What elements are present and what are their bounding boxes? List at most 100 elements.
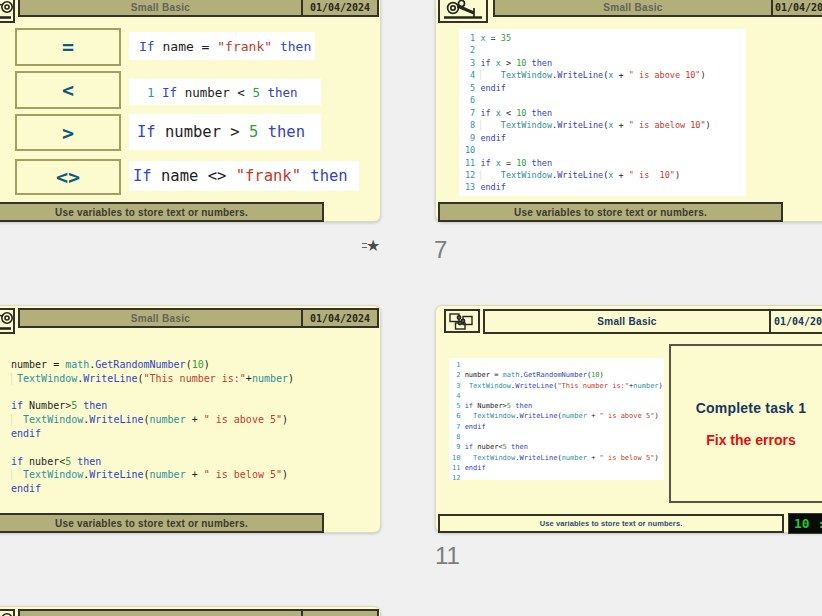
code-token: if xyxy=(480,58,490,68)
code-token: 8 xyxy=(452,433,460,441)
slide-title xyxy=(20,611,301,616)
code-token: number xyxy=(150,414,186,425)
code-example-label: If number > 5 then xyxy=(129,114,321,150)
code-token: 4 xyxy=(465,70,475,80)
slide-date: 01/04/2024 xyxy=(301,0,377,15)
code-token: WriteLine xyxy=(89,469,143,480)
code-token: ) xyxy=(282,414,288,425)
code-line: 3▏ TextWindow.WriteLine("This number is:… xyxy=(452,381,664,391)
slide-number-11: 11 xyxy=(435,542,460,570)
code-example-label: 1 If number < 5 then xyxy=(129,79,321,105)
code-token: number xyxy=(562,454,587,462)
slide-date: 01/04/2024 xyxy=(301,310,377,326)
slide-thumbnail-6[interactable]: Small Basic 01/04/2024 Use variables to … xyxy=(0,0,381,222)
code-token xyxy=(465,412,473,420)
code-line: 1 xyxy=(452,360,664,370)
code-token: + xyxy=(613,70,628,80)
code-region: number = math.GetRandomNumber(10)▏TextWi… xyxy=(11,358,294,496)
code-line: endif xyxy=(11,427,294,441)
code-token: number xyxy=(562,412,587,420)
code-token: ) xyxy=(654,412,658,420)
slide-footer: Use variables to store text or numbers. xyxy=(0,513,324,533)
code-line: 13 endif xyxy=(465,181,746,193)
code-line: 5 endif xyxy=(465,82,746,94)
task-heading: Complete task 1 xyxy=(696,400,806,416)
slide-thumbnail-7[interactable]: Small Basic 01/04/2024 1 x = 35 2 3 if x… xyxy=(435,0,822,222)
code-line: 9 if nuber<5 then xyxy=(452,442,664,452)
code-token: math xyxy=(503,371,520,379)
code-token: WriteLine xyxy=(557,70,603,80)
code-token: " is above 5" xyxy=(204,414,282,425)
code-line: 11 if x = 10 then xyxy=(465,157,746,169)
code-line: 2 number = math.GetRandomNumber(10) xyxy=(452,370,664,380)
task-panel: Complete task 1 Fix the errors xyxy=(669,344,822,503)
code-line: 3 if x > 10 then xyxy=(465,57,746,69)
code-line: number = math.GetRandomNumber(10) xyxy=(11,358,294,372)
slide-footer: Use variables to store text or numbers. xyxy=(438,514,784,533)
operator-box: < xyxy=(15,71,121,109)
code-token: ) xyxy=(701,70,706,80)
code-token: then xyxy=(83,400,107,411)
slide-thumbnail-10[interactable]: Small Basic 01/04/2024 number = math.Get… xyxy=(0,305,381,533)
operator-box: = xyxy=(15,28,121,66)
code-token: "This number is:" xyxy=(144,373,246,384)
code-line: ▏ TextWindow.WriteLine(number + " is bel… xyxy=(11,468,294,482)
code-token: 10 xyxy=(192,359,204,370)
code-line: 10▏ TextWindow.WriteLine(number + " is b… xyxy=(452,453,664,463)
code-token: endif xyxy=(480,133,506,143)
code-token: " is 10" xyxy=(629,170,675,180)
microscope-icon xyxy=(0,0,15,23)
code-token: ) xyxy=(659,382,663,390)
code-token: TextWindow xyxy=(17,373,77,384)
code-line: ▏ TextWindow.WriteLine(number + " is abo… xyxy=(11,413,294,427)
code-line: if Number>5 then xyxy=(11,399,294,413)
slide-title: Small Basic xyxy=(485,311,769,332)
slide-thumbnail-11[interactable]: Small Basic 01/04/2024 1 2 number = math… xyxy=(435,305,822,533)
code-token: 2 xyxy=(465,45,475,55)
code-token: 11 xyxy=(465,158,475,168)
microscope-icon xyxy=(0,308,15,334)
code-token: endif xyxy=(465,423,486,431)
code-token: TextWindow xyxy=(473,412,515,420)
code-token: " is below 5" xyxy=(204,469,282,480)
code-token: WriteLine xyxy=(557,170,603,180)
code-token: If xyxy=(139,39,155,54)
operator-box: > xyxy=(15,114,121,151)
code-token: + xyxy=(613,120,628,130)
code-token: 10 xyxy=(465,145,475,155)
code-token: + xyxy=(186,414,204,425)
code-token: nuber< xyxy=(473,443,503,451)
code-token: 6 xyxy=(465,95,475,105)
task-warning: Fix the errors xyxy=(706,432,795,448)
code-line: 8 xyxy=(452,432,664,442)
code-token: ) xyxy=(204,359,210,370)
code-token: if xyxy=(11,456,23,467)
code-token: then xyxy=(77,456,101,467)
code-token: TextWindow xyxy=(23,414,83,425)
code-token: TextWindow xyxy=(501,170,552,180)
code-token: > xyxy=(501,58,516,68)
microscope-icon xyxy=(0,609,15,616)
slide-title: Small Basic xyxy=(20,310,301,326)
code-token: 3 xyxy=(465,58,475,68)
code-token: 10 xyxy=(591,371,599,379)
code-token: then xyxy=(515,402,532,410)
code-token: 12 xyxy=(465,170,475,180)
countdown-timer: 10 : xyxy=(788,513,822,534)
code-token: endif xyxy=(480,182,506,192)
slide-thumbnail-partial[interactable] xyxy=(0,606,381,616)
code-token: TextWindow xyxy=(501,120,552,130)
code-token: + xyxy=(186,469,204,480)
code-token: "frank" xyxy=(217,39,272,54)
code-token: WriteLine xyxy=(515,382,553,390)
code-token: number xyxy=(150,469,186,480)
code-token: Number> xyxy=(23,400,71,411)
code-token xyxy=(486,170,501,180)
code-token: = xyxy=(486,33,501,43)
code-token: 5 xyxy=(252,85,260,100)
code-token: nuber< xyxy=(23,456,65,467)
microscope-icon xyxy=(438,0,488,23)
slide-title-bar: Small Basic 01/04/2024 xyxy=(18,308,379,328)
code-line: 7 if x < 10 then xyxy=(465,107,746,119)
code-line: 6▏ TextWindow.WriteLine(number + " is ab… xyxy=(452,411,664,421)
